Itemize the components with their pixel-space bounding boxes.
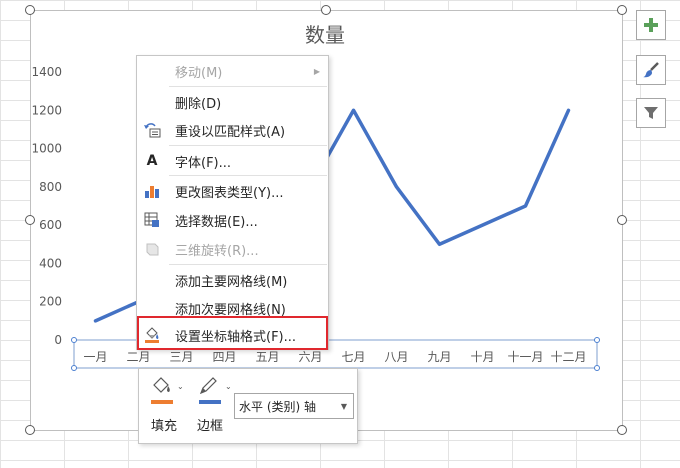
chart-element-select[interactable]: 水平 (类别) 轴 ▼ <box>234 393 354 419</box>
y-tick-label: 400 <box>39 256 62 270</box>
chart-type-icon <box>145 186 159 198</box>
x-axis-selection-handle[interactable] <box>71 337 77 343</box>
menu-item-add-major-gridlines[interactable]: 添加主要网格线(M) <box>137 266 328 294</box>
resize-handle-top-left[interactable] <box>25 5 35 15</box>
x-tick-label: 十二月 <box>550 350 586 364</box>
outline-color-swatch <box>199 400 221 404</box>
x-tick-label: 八月 <box>384 350 408 364</box>
3d-rotation-icon <box>146 243 159 256</box>
menu-separator <box>169 145 327 146</box>
x-tick-label: 五月 <box>255 350 279 364</box>
pencil-icon <box>199 377 217 395</box>
dropdown-arrow-icon: ▼ <box>340 402 347 411</box>
x-tick-label: 三月 <box>169 350 193 364</box>
x-tick-label: 一月 <box>83 350 107 364</box>
x-tick-label: 九月 <box>427 350 451 364</box>
chart-title[interactable]: 数量 <box>305 23 345 47</box>
funnel-icon <box>644 107 658 119</box>
menu-item-change-chart-type[interactable]: 更改图表类型(Y)... <box>137 177 328 205</box>
menu-item-move[interactable]: 移动(M) ▶ <box>137 57 328 85</box>
chart-filters-button[interactable] <box>636 98 666 128</box>
chart-element-select-value: 水平 (类别) 轴 <box>239 399 316 414</box>
x-axis-selection-handle[interactable] <box>594 337 600 343</box>
resize-handle-left[interactable] <box>25 215 35 225</box>
menu-item-font[interactable]: A 字体(F)... <box>137 147 328 175</box>
resize-handle-top[interactable] <box>321 5 331 15</box>
chevron-down-icon[interactable]: ⌄ <box>177 382 184 391</box>
menu-separator <box>169 264 327 265</box>
y-tick-label: 1400 <box>31 65 62 79</box>
plus-icon <box>644 18 658 32</box>
x-tick-label: 四月 <box>212 350 236 364</box>
outline-button[interactable]: ⌄ <box>197 376 233 406</box>
menu-separator <box>169 86 327 87</box>
fill-label: 填充 <box>151 419 178 434</box>
x-tick-label: 十一月 <box>507 350 543 364</box>
reset-style-icon <box>144 123 161 138</box>
border-label: 边框 <box>197 419 224 434</box>
y-tick-label: 1000 <box>31 142 62 156</box>
menu-item-3d-rotation[interactable]: 三维旋转(R)... <box>137 235 328 263</box>
font-icon: A <box>146 153 158 169</box>
x-axis-selection-handle[interactable] <box>71 365 77 371</box>
resize-handle-top-right[interactable] <box>617 5 627 15</box>
y-tick-label: 600 <box>39 218 62 232</box>
resize-handle-bottom-right[interactable] <box>617 425 627 435</box>
context-menu: 移动(M) ▶ 删除(D) 重设以匹配样式(A) A 字体(F)... 更改图表… <box>136 55 329 350</box>
y-axis[interactable]: 0 200 400 600 800 1000 1200 1400 <box>31 65 62 347</box>
y-tick-label: 800 <box>39 180 62 194</box>
x-tick-label: 七月 <box>341 350 365 364</box>
fill-button[interactable]: ⌄ <box>149 376 185 406</box>
menu-item-delete[interactable]: 删除(D) <box>137 88 328 116</box>
resize-handle-right[interactable] <box>617 215 627 225</box>
x-axis-selection-handle[interactable] <box>594 365 600 371</box>
menu-item-select-data[interactable]: 选择数据(E)... <box>137 206 328 234</box>
highlight-box <box>137 316 328 350</box>
menu-item-reset-style[interactable]: 重设以匹配样式(A) <box>137 116 328 144</box>
select-data-icon <box>144 212 159 227</box>
x-tick-label: 六月 <box>298 350 322 364</box>
paint-bucket-icon <box>153 377 170 393</box>
x-tick-label: 十月 <box>470 350 494 364</box>
y-tick-label: 200 <box>39 295 62 309</box>
y-tick-label: 1200 <box>31 103 62 117</box>
resize-handle-bottom-left[interactable] <box>25 425 35 435</box>
x-tick-label: 二月 <box>126 350 150 364</box>
menu-separator <box>169 175 327 176</box>
chart-styles-button[interactable] <box>636 55 666 85</box>
chevron-down-icon[interactable]: ⌄ <box>225 382 232 391</box>
brush-icon <box>643 62 659 78</box>
y-tick-label: 0 <box>54 333 62 347</box>
chart-elements-button[interactable] <box>636 10 666 40</box>
fill-color-swatch <box>151 400 173 404</box>
submenu-arrow-icon: ▶ <box>313 66 320 76</box>
